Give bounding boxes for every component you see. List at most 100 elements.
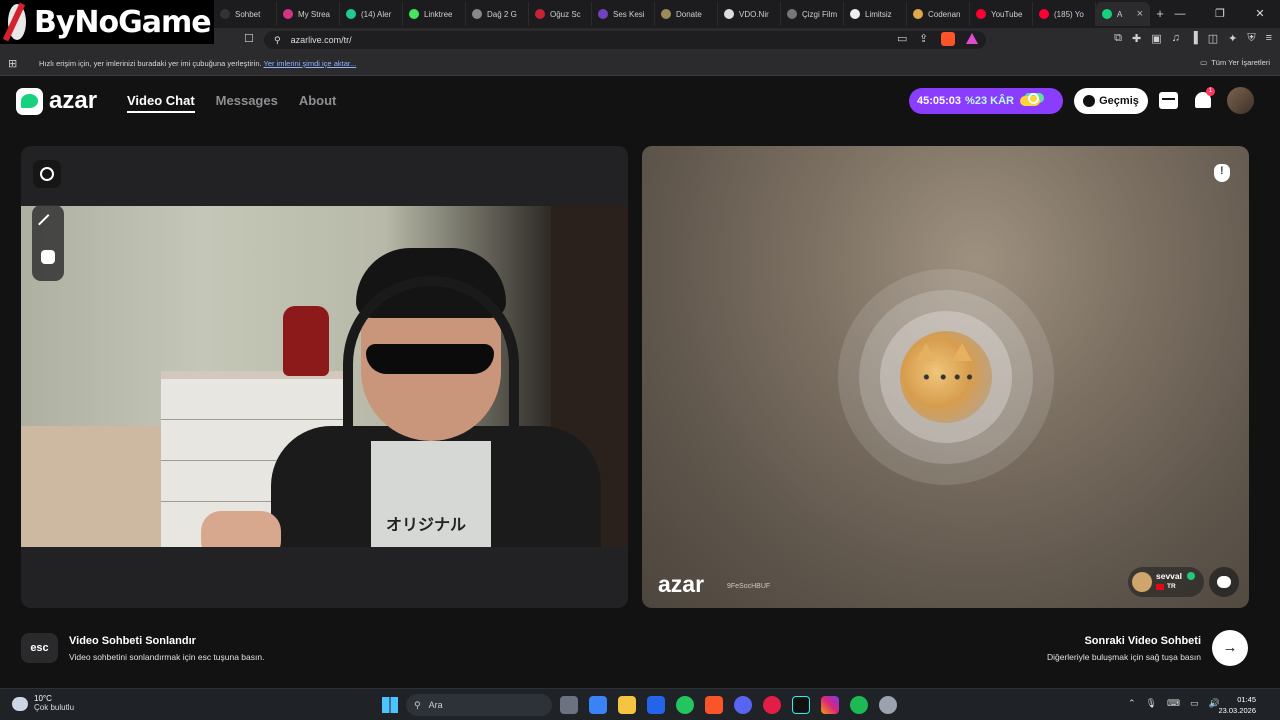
tab-label: A — [1117, 9, 1123, 19]
wallet-icon[interactable]: ⧉ — [1114, 32, 1122, 45]
wallet-2-icon[interactable]: ◫ — [1208, 32, 1218, 45]
brave-rewards-icon[interactable] — [966, 33, 978, 44]
tab-label: Linktree — [424, 9, 453, 19]
instagram-icon[interactable] — [821, 696, 839, 714]
browser-tab[interactable]: A × — [1096, 2, 1150, 26]
fullscreen-toggle-button[interactable] — [33, 160, 61, 188]
display-icon[interactable]: ▭ — [1190, 698, 1199, 709]
taskbar-clock[interactable]: 01:45 23.03.2026 — [1218, 694, 1256, 716]
spotify-icon[interactable] — [850, 696, 868, 714]
browser-tab[interactable]: Sohbet — [214, 2, 277, 26]
tab-label: Codenan — [928, 9, 961, 19]
obs-icon[interactable] — [879, 696, 897, 714]
browser-tab[interactable]: Linktree — [403, 2, 466, 26]
windows-start-icon[interactable] — [382, 697, 398, 713]
report-shield-icon[interactable] — [1214, 164, 1230, 182]
folder-icon: ▭ — [1200, 58, 1208, 67]
all-bookmarks-button[interactable]: ▭ Tüm Yer İşaretleri — [1200, 58, 1270, 67]
browser-tab[interactable]: Oğuz Sc — [529, 2, 592, 26]
browser-tab[interactable]: (14) Aler — [340, 2, 403, 26]
next-chat-description: Diğerleriyle buluşmak için sağ tuşa bası… — [1046, 652, 1201, 662]
next-chat-button[interactable]: → — [1212, 630, 1248, 666]
screenshot-icon[interactable]: ▣ — [1151, 32, 1161, 45]
import-bookmarks-link[interactable]: Yer imlerini şimdi içe aktar... — [264, 59, 357, 68]
shirt-print-text: オリジナル — [386, 515, 467, 534]
tiktok-icon[interactable] — [792, 696, 810, 714]
browser-tab[interactable]: YouTube — [970, 2, 1033, 26]
sidebar-icon[interactable]: ▐ — [1190, 32, 1198, 45]
menu-icon[interactable]: ≡ — [1266, 32, 1272, 45]
self-camera-feed: オリジナル — [21, 206, 628, 547]
whatsapp-icon[interactable] — [676, 696, 694, 714]
tray-overflow-icon[interactable]: ⌃ — [1128, 698, 1136, 709]
tab-label: Sohbet — [235, 9, 261, 19]
browser-tab[interactable]: Çizgi Film — [781, 2, 844, 26]
face-mask-sticker-icon[interactable] — [41, 250, 55, 264]
address-bar[interactable]: ⚲ azarlive.com/tr/ — [264, 31, 986, 49]
shop-icon[interactable] — [1159, 92, 1178, 109]
browser-tab[interactable]: Limitsiz — [844, 2, 907, 26]
mail-icon[interactable] — [647, 696, 665, 714]
nav-messages[interactable]: Messages — [216, 93, 278, 113]
tab-label: Limitsiz — [865, 9, 892, 19]
browser-tab[interactable]: Dağ 2 G — [466, 2, 529, 26]
bookmark-icon[interactable]: ☐ — [244, 32, 254, 45]
chat-bubble-icon — [1217, 576, 1231, 588]
chat-message-button[interactable] — [1209, 567, 1239, 597]
tab-label: (185) Yo — [1054, 9, 1084, 19]
browser-tab[interactable]: My Strea — [277, 2, 340, 26]
site-info-icon[interactable]: ⚲ — [274, 35, 281, 46]
azar-app: azar Video Chat Messages About 45:05:03 … — [0, 77, 1280, 688]
minimize-icon[interactable]: — — [1160, 0, 1200, 28]
file-explorer-icon[interactable] — [618, 696, 636, 714]
user-avatar[interactable] — [1227, 87, 1254, 114]
tab-close-icon[interactable]: × — [1137, 8, 1143, 20]
tab-label: Çizgi Film — [802, 9, 838, 19]
leo-ai-icon[interactable]: ✦ — [1228, 32, 1237, 45]
brave-shields-icon[interactable] — [941, 32, 955, 46]
search-placeholder: Ara — [428, 700, 443, 710]
expand-icon — [40, 167, 54, 181]
store-icon[interactable] — [589, 696, 607, 714]
microphone-icon[interactable]: 🎙 — [1146, 698, 1157, 709]
cast-icon[interactable]: ▭ — [897, 32, 907, 45]
red-app-icon[interactable] — [763, 696, 781, 714]
apps-grid-icon[interactable]: ⊞ — [8, 57, 17, 70]
browser-tab[interactable]: Codenan — [907, 2, 970, 26]
bookmark-hint-text: Hızlı erişim için, yer imlerinizi burada… — [39, 59, 262, 68]
share-icon[interactable]: ⇪ — [919, 32, 928, 45]
browser-tab[interactable]: VDO.Nir — [718, 2, 781, 26]
browser-tab[interactable]: Donate — [655, 2, 718, 26]
tab-label: Donate — [676, 9, 702, 19]
peer-id: 9FeSocHBUF — [727, 583, 771, 590]
streak-timer-pill[interactable]: 45:05:03 %23 KÂR — [909, 88, 1063, 114]
peer-profile-photo — [900, 331, 992, 423]
esc-key-button[interactable]: esc — [21, 633, 58, 663]
restore-icon[interactable]: ❐ — [1200, 0, 1240, 28]
media-icon[interactable]: ♫ — [1172, 32, 1180, 45]
beauty-filter-wand-icon[interactable] — [38, 214, 58, 234]
keyboard-icon[interactable]: ⌨ — [1167, 698, 1180, 709]
tab-label: VDO.Nir — [739, 9, 769, 19]
tab-label: YouTube — [991, 9, 1023, 19]
extensions-icon[interactable]: ✚ — [1132, 32, 1141, 45]
taskbar-search[interactable]: ⚲ Ara — [406, 694, 552, 716]
weather-widget[interactable]: 10°C Çok bulutlu — [12, 694, 74, 712]
nav-video-chat[interactable]: Video Chat — [127, 93, 195, 113]
all-bookmarks-label: Tüm Yer İşaretleri — [1211, 58, 1270, 67]
nav-about[interactable]: About — [299, 93, 337, 113]
history-button[interactable]: Geçmiş — [1074, 88, 1148, 114]
discord-icon[interactable] — [734, 696, 752, 714]
end-chat-description: Video sohbetini sonlandırmak için esc tu… — [69, 652, 265, 662]
camera-background-bag — [283, 306, 329, 376]
close-window-icon[interactable]: ✕ — [1240, 0, 1280, 28]
browser-tab[interactable]: (185) Yo — [1033, 2, 1096, 26]
peer-info-chip[interactable]: sevval TR — [1128, 567, 1204, 597]
browser-tab[interactable]: Ses Kesi — [592, 2, 655, 26]
brave-browser-icon[interactable] — [705, 696, 723, 714]
azar-logo[interactable]: azar — [16, 87, 97, 115]
tab-favicon-icon — [976, 9, 986, 19]
vpn-icon[interactable]: ⛨ — [1247, 32, 1255, 45]
cat-ear-right — [952, 343, 972, 361]
task-view-icon[interactable] — [560, 696, 578, 714]
